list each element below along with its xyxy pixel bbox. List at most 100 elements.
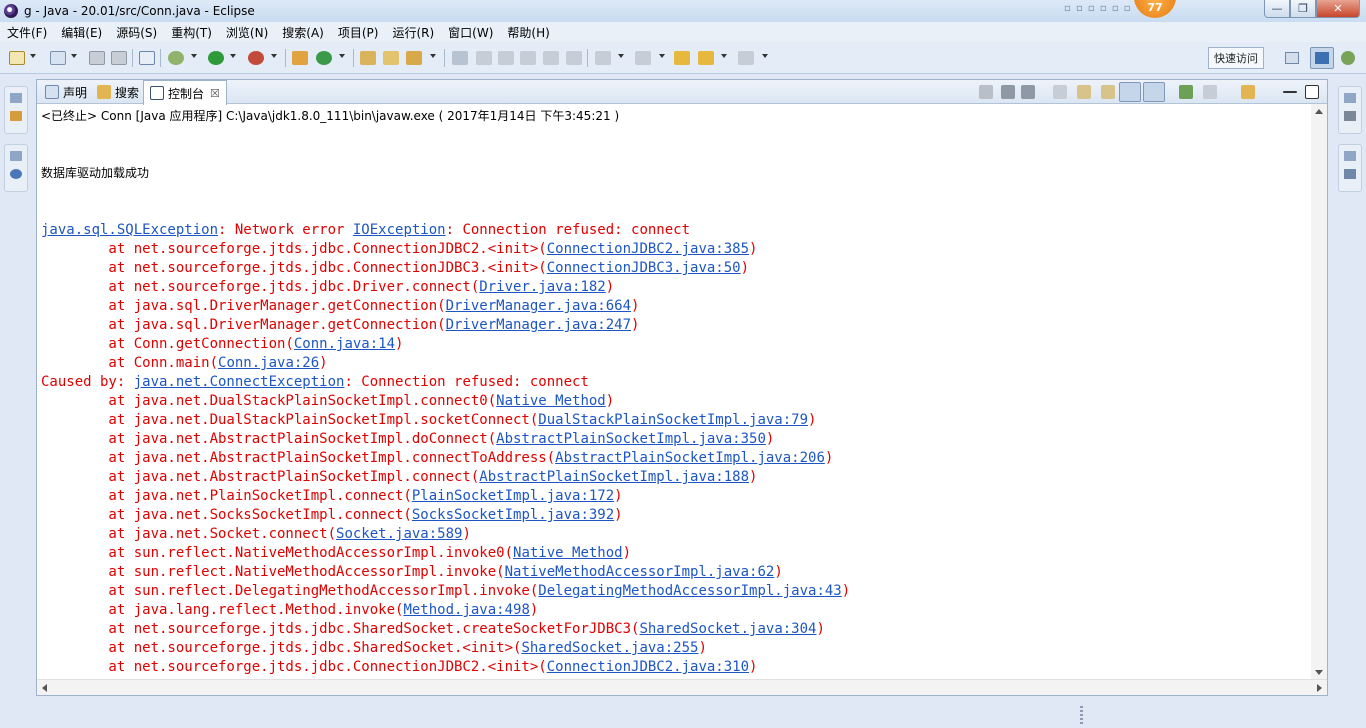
- stack-frame-link[interactable]: Method.java:498: [403, 602, 529, 618]
- open-type-icon[interactable]: [360, 51, 376, 65]
- stack-frame-link[interactable]: Native Method: [496, 393, 606, 409]
- display-selected-console-icon[interactable]: [1203, 85, 1217, 99]
- stack-frame-link[interactable]: AbstractPlainSocketImpl.java:206: [555, 450, 825, 466]
- remove-all-terminated-icon[interactable]: [1021, 85, 1035, 99]
- exception-type-link[interactable]: IOException: [353, 222, 446, 238]
- breadcrumb-icon[interactable]: [543, 51, 559, 65]
- scroll-up-icon[interactable]: [1315, 109, 1323, 114]
- open-console-icon[interactable]: [1241, 85, 1255, 99]
- stack-frame-link[interactable]: PlainSocketImpl.java:172: [412, 488, 614, 504]
- stack-frame-link[interactable]: ConnectionJDBC3.java:50: [547, 260, 741, 276]
- horizontal-scrollbar[interactable]: [37, 679, 1327, 695]
- word-wrap-console-icon[interactable]: [1101, 85, 1115, 99]
- debug-perspective-button[interactable]: [1336, 47, 1360, 69]
- stack-frame-link[interactable]: DelegatingMethodAccessorImpl.java:43: [538, 583, 841, 599]
- scroll-left-icon[interactable]: [42, 684, 47, 692]
- save-all-icon[interactable]: [111, 51, 127, 65]
- clear-console-icon[interactable]: [1053, 85, 1067, 99]
- debug-icon[interactable]: [168, 51, 184, 65]
- menu-help[interactable]: 帮助(H): [500, 24, 556, 41]
- stack-frame-link[interactable]: SharedSocket.java:255: [521, 640, 698, 656]
- forward-icon[interactable]: [738, 51, 754, 65]
- external-tools-dropdown-icon[interactable]: [271, 54, 277, 58]
- stack-frame-link[interactable]: DriverManager.java:247: [446, 317, 631, 333]
- terminate-icon[interactable]: [979, 85, 993, 99]
- menu-source[interactable]: 源码(S): [109, 24, 164, 41]
- task-list-icon[interactable]: [1344, 169, 1356, 179]
- minimize-button[interactable]: —: [1264, 0, 1290, 18]
- previous-annotation-icon[interactable]: [635, 51, 651, 65]
- scroll-down-icon[interactable]: [1315, 670, 1323, 675]
- maximize-view-icon[interactable]: [1305, 85, 1319, 99]
- tab-declaration[interactable]: 声明: [39, 80, 93, 104]
- new-icon[interactable]: [9, 51, 25, 65]
- stack-frame-link[interactable]: Conn.java:14: [294, 336, 395, 352]
- show-on-stdout-icon[interactable]: [1119, 82, 1141, 102]
- new-dropdown-icon[interactable]: [30, 54, 36, 58]
- forward-dropdown-icon[interactable]: [762, 54, 768, 58]
- debug-dropdown-icon[interactable]: [191, 54, 197, 58]
- vertical-scrollbar[interactable]: [1311, 104, 1327, 680]
- title-bar[interactable]: g - Java - 20.01/src/Conn.java - Eclipse…: [0, 0, 1366, 22]
- new-class-icon[interactable]: [316, 51, 332, 65]
- annotation-icon[interactable]: [452, 51, 468, 65]
- remove-launch-icon[interactable]: [1001, 85, 1015, 99]
- restore-view-icon[interactable]: [10, 151, 22, 161]
- stack-frame-link[interactable]: DualStackPlainSocketImpl.java:79: [538, 412, 808, 428]
- stack-frame-link[interactable]: ConnectionJDBC2.java:385: [547, 241, 749, 257]
- search-wand-icon[interactable]: [406, 51, 422, 65]
- skip-breakpoints-icon[interactable]: [139, 51, 155, 65]
- word-wrap-icon[interactable]: [520, 51, 536, 65]
- external-tools-icon[interactable]: [248, 51, 264, 65]
- stack-frame-link[interactable]: java.net.ConnectException: [134, 374, 345, 390]
- menu-refactor[interactable]: 重构(T): [164, 24, 219, 41]
- stack-frame-link[interactable]: Native Method: [513, 545, 623, 561]
- stack-frame-link[interactable]: AbstractPlainSocketImpl.java:350: [496, 431, 766, 447]
- menu-file[interactable]: 文件(F): [0, 24, 54, 41]
- save-icon[interactable]: [89, 51, 105, 65]
- show-whitespace-icon[interactable]: [566, 51, 582, 65]
- menu-edit[interactable]: 编辑(E): [54, 24, 109, 41]
- next-annotation-dropdown-icon[interactable]: [618, 54, 624, 58]
- open-task-icon[interactable]: [383, 51, 399, 65]
- menu-window[interactable]: 窗口(W): [441, 24, 500, 41]
- menu-navigate[interactable]: 浏览(N): [219, 24, 275, 41]
- stack-frame-link[interactable]: SharedSocket.java:304: [639, 621, 816, 637]
- close-button[interactable]: ✕: [1316, 0, 1360, 18]
- stack-frame-link[interactable]: DriverManager.java:664: [446, 298, 631, 314]
- minimize-view-icon[interactable]: [1283, 91, 1297, 93]
- package-explorer-icon[interactable]: [10, 111, 22, 121]
- mark-occurrences-icon[interactable]: [476, 51, 492, 65]
- maximize-button[interactable]: ❐: [1290, 0, 1316, 18]
- stack-frame-link[interactable]: NativeMethodAccessorImpl.java:62: [505, 564, 775, 580]
- run-icon[interactable]: [208, 51, 224, 65]
- new-class-dropdown-icon[interactable]: [339, 54, 345, 58]
- exception-class-link[interactable]: java.sql.SQLException: [41, 222, 218, 238]
- stack-frame-link[interactable]: AbstractPlainSocketImpl.java:188: [479, 469, 749, 485]
- scroll-right-icon[interactable]: [1317, 684, 1322, 692]
- outline-icon[interactable]: [1344, 111, 1356, 121]
- open-perspective-button[interactable]: [1280, 47, 1304, 69]
- block-selection-icon[interactable]: [498, 51, 514, 65]
- restore-view-icon[interactable]: [1344, 151, 1356, 161]
- stack-frame-link[interactable]: Conn.java:26: [218, 355, 319, 371]
- menu-run[interactable]: 运行(R): [385, 24, 441, 41]
- new-package-icon[interactable]: [50, 51, 66, 65]
- javadoc-icon[interactable]: [10, 169, 22, 179]
- menu-search[interactable]: 搜索(A): [275, 24, 331, 41]
- new-java-project-icon[interactable]: [292, 51, 308, 65]
- search-dropdown-icon[interactable]: [430, 54, 436, 58]
- back-icon[interactable]: [698, 51, 714, 65]
- java-perspective-button[interactable]: [1310, 47, 1334, 69]
- new-package-dropdown-icon[interactable]: [71, 54, 77, 58]
- pin-console-icon[interactable]: [1179, 85, 1193, 99]
- stack-frame-link[interactable]: Socket.java:589: [336, 526, 462, 542]
- notification-badge[interactable]: 77: [1134, 0, 1176, 18]
- status-bar-grip[interactable]: [1080, 706, 1083, 724]
- close-tab-icon[interactable]: ☒: [210, 87, 220, 100]
- quick-access-field[interactable]: 快速访问: [1208, 47, 1264, 69]
- restore-view-icon[interactable]: [10, 93, 22, 103]
- last-edit-location-icon[interactable]: [674, 51, 690, 65]
- restore-view-icon[interactable]: [1344, 93, 1356, 103]
- run-dropdown-icon[interactable]: [230, 54, 236, 58]
